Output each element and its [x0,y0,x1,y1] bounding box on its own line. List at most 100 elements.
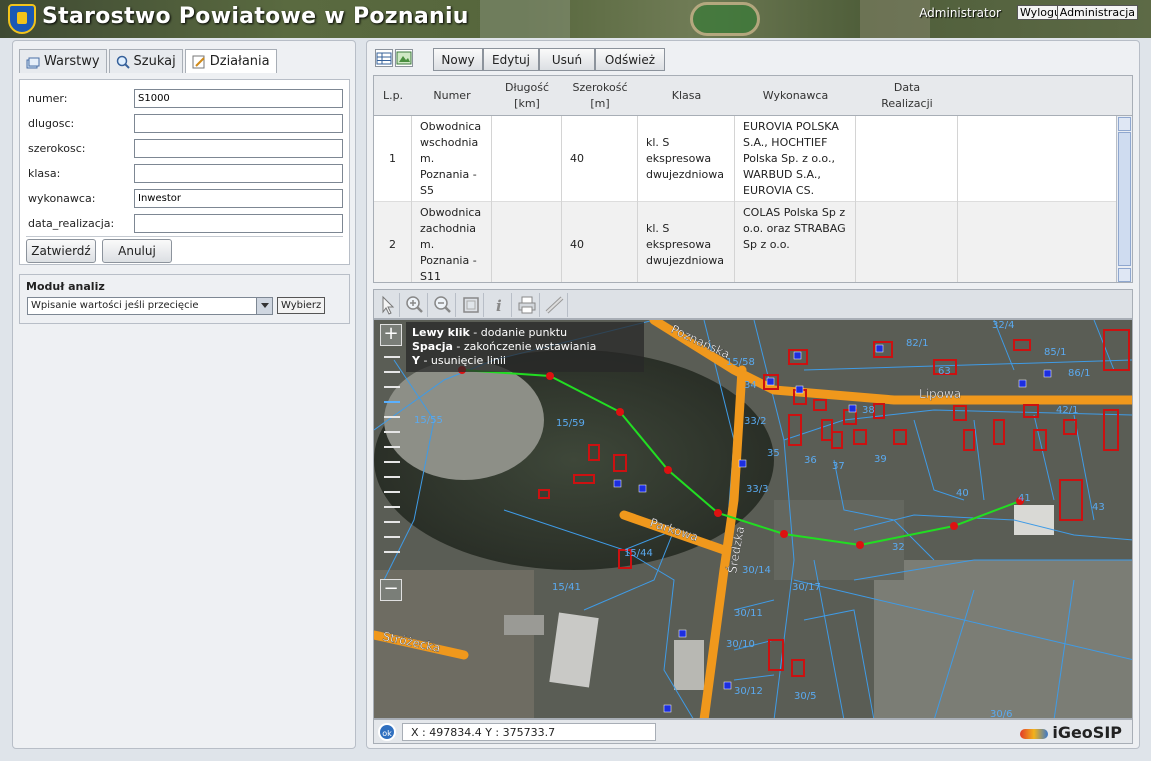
zoom-out-icon[interactable] [430,293,456,317]
chevron-down-icon[interactable] [256,298,272,314]
left-panel: Warstwy Szukaj Działania numer: dlugosc:… [12,40,356,749]
zoom-minus-icon[interactable]: − [380,579,402,601]
table-row[interactable]: 1 Obwodnica wschodnia m. Poznania - S5 4… [374,116,1117,202]
parcel-label: 30/12 [734,686,763,697]
full-extent-icon[interactable] [458,293,484,317]
numer-input[interactable] [134,89,343,108]
parcel-label: 40 [956,488,969,499]
scroll-down-icon[interactable] [1118,268,1131,282]
analysis-module: Moduł analiz Wpisanie wartości jeśli prz… [19,274,350,324]
edit-button[interactable]: Edytuj [483,48,539,71]
table-view-icon[interactable] [375,49,393,67]
ok-icon[interactable]: ok [378,723,396,741]
analysis-select[interactable]: Wpisanie wartości jeśli przecięcie [27,297,273,315]
tab-szukaj[interactable]: Szukaj [108,49,183,73]
attributes-form: numer: dlugosc: szerokosc: klasa: wykona… [19,79,350,265]
parcel-label: 43 [1092,502,1105,513]
drawing-hint: Lewy klik - dodanie punktu Spacja - zako… [406,322,644,372]
parcel-label: 37 [832,461,845,472]
col-header[interactable]: Data Realizacji [856,80,958,112]
divider [26,236,343,237]
cell-szerokosc: 40 [562,202,638,282]
cell-data [856,116,958,202]
field-numer: numer: [20,88,351,110]
parcel-label: 63 [938,366,951,377]
table-row[interactable]: 2 Obwodnica zachodnia m. Poznania - S11 … [374,202,1117,282]
col-header[interactable]: Długość [km] [492,80,562,112]
field-klasa: klasa: [20,163,351,185]
table-header: L.p. Numer Długość [km] Szerokość [m] Kl… [374,76,1132,116]
parcel-label: 30/6 [990,709,1012,719]
col-header[interactable]: Numer [412,88,492,104]
zoom-level-handle[interactable] [384,401,400,403]
app-header: Starostwo Powiatowe w Poznaniu Administr… [0,0,1151,38]
refresh-button[interactable]: Odśwież [595,48,665,71]
tab-label: Działania [209,54,270,69]
parcel-label: 15/44 [624,548,653,559]
col-header[interactable]: Szerokość [m] [562,80,638,112]
search-icon [116,55,130,69]
parcel-label: 30/17 [792,582,821,593]
info-icon[interactable]: i [486,293,512,317]
left-tabs: Warstwy Szukaj Działania [19,49,279,73]
map-view[interactable]: Poznańska Lipowa Parkowa Średzka Stróżec… [373,319,1133,719]
tab-warstwy[interactable]: Warstwy [19,49,107,73]
parcel-label: 35 [767,448,780,459]
cell-szerokosc: 40 [562,116,638,202]
cell-numer: Obwodnica wschodnia m. Poznania - S5 [412,116,492,202]
col-header[interactable]: Klasa [638,88,735,104]
field-label: klasa: [28,167,61,180]
coordinates-readout: X : 497834.4 Y : 375733.7 [402,723,656,741]
szerokosc-input[interactable] [134,139,343,158]
parcel-label: 15/58 [726,357,755,368]
klasa-input[interactable] [134,164,343,183]
col-header[interactable]: Wykonawca [735,88,856,104]
parcel-label: 30/5 [794,691,816,702]
col-header[interactable]: L.p. [374,88,412,104]
status-bar: ok X : 497834.4 Y : 375733.7 iGeoSIP [373,719,1133,744]
hint-text: - dodanie punktu [469,326,568,339]
admin-button[interactable]: Administracja [1056,5,1138,20]
cell-lp: 1 [374,116,412,202]
field-label: numer: [28,92,68,105]
new-button[interactable]: Nowy [433,48,483,71]
parcel-label: 32 [892,542,905,553]
street-label: Lipowa [919,387,961,401]
map-canvas[interactable]: Poznańska Lipowa Parkowa Średzka Stróżec… [374,320,1133,719]
parcel-label: 30/10 [726,639,755,650]
app-title: Starostwo Powiatowe w Poznaniu [42,4,469,29]
wykonawca-input[interactable] [134,189,343,208]
tab-label: Warstwy [44,54,100,69]
zoom-slider[interactable]: + − [378,324,404,604]
analysis-run-button[interactable]: Wybierz [277,297,326,314]
cell-klasa: kl. S ekspresowa dwujezdniowa [638,202,735,282]
parcel-label: 15/55 [414,415,443,426]
scrollbar-thumb[interactable] [1118,132,1131,266]
parcel-label: 39 [874,454,887,465]
hint-key: Spacja [412,340,453,353]
user-name: Administrator [919,6,1001,20]
field-label: szerokosc: [28,142,86,155]
tab-dzialania[interactable]: Działania [184,49,277,73]
cell-klasa: kl. S ekspresowa dwujezdniowa [638,116,735,202]
measure-icon[interactable] [542,293,568,317]
map-view-icon[interactable] [395,49,413,67]
confirm-button[interactable]: Zatwierdź [26,239,96,263]
roads-table: L.p. Numer Długość [km] Szerokość [m] Kl… [373,75,1133,283]
parcel-label: 30/11 [734,608,763,619]
field-dlugosc: dlugosc: [20,113,351,135]
dlugosc-input[interactable] [134,114,343,133]
tab-label: Szukaj [133,54,176,69]
zoom-plus-icon[interactable]: + [380,324,402,346]
pointer-icon[interactable] [374,293,400,317]
table-scrollbar[interactable] [1116,116,1132,282]
print-icon[interactable] [514,293,540,317]
cell-dlugosc [492,116,562,202]
hint-text: - zakończenie wstawiania [452,340,597,353]
cancel-button[interactable]: Anuluj [102,239,172,263]
delete-button[interactable]: Usuń [539,48,595,71]
zoom-in-icon[interactable] [402,293,428,317]
cell-dlugosc [492,202,562,282]
data-realizacja-input[interactable] [134,214,343,233]
scroll-up-icon[interactable] [1118,117,1131,131]
